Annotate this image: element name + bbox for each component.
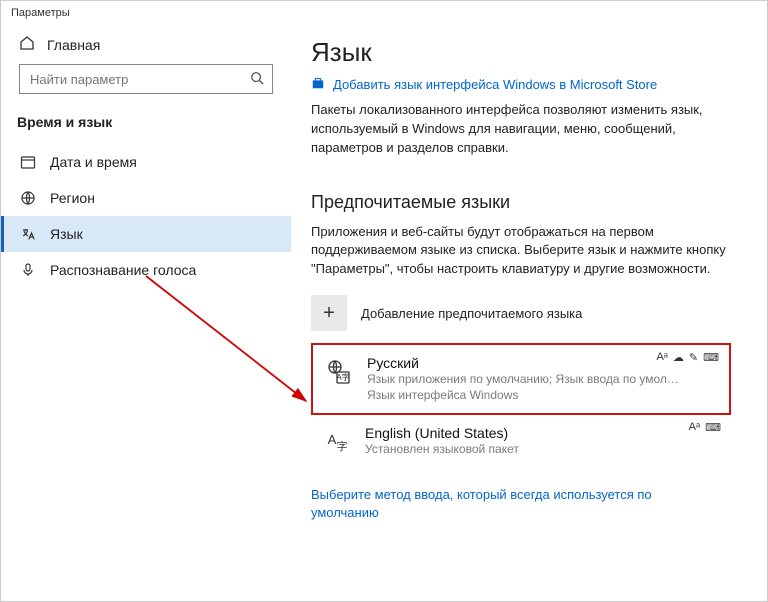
language-subtitle: Установлен языковой пакет <box>365 441 721 457</box>
language-subtitle-2: Язык интерфейса Windows <box>367 387 719 403</box>
store-link[interactable]: Добавить язык интерфейса Windows в Micro… <box>311 76 747 93</box>
language-item-english[interactable]: A 字 English (United States) Установлен я… <box>311 415 731 467</box>
language-item-russian[interactable]: A字 Русский Язык приложения по умолчанию;… <box>311 343 731 415</box>
language-subtitle: Язык приложения по умолчанию; Язык ввода… <box>367 371 719 387</box>
nav-label: Регион <box>50 190 95 206</box>
plus-icon: + <box>311 295 347 331</box>
content-layout: Главная Время и язык <box>1 21 767 599</box>
nav-label: Дата и время <box>50 154 137 170</box>
sidebar-home-label: Главная <box>47 37 100 53</box>
sidebar-item-date-time[interactable]: Дата и время <box>1 144 291 180</box>
store-icon <box>311 76 325 93</box>
sidebar-item-language[interactable]: Язык <box>1 216 291 252</box>
display-language-icon: Aᵃ <box>656 351 667 364</box>
page-heading: Язык <box>311 37 747 68</box>
language-name: English (United States) <box>365 425 721 441</box>
nav-label: Язык <box>50 226 83 242</box>
sidebar: Главная Время и язык <box>1 21 291 599</box>
search-box[interactable] <box>19 64 273 94</box>
text-to-speech-icon: ☁ <box>673 351 684 364</box>
sidebar-item-region[interactable]: Регион <box>1 180 291 216</box>
sidebar-home[interactable]: Главная <box>11 29 281 64</box>
add-language-button[interactable]: + Добавление предпочитаемого языка <box>311 295 747 331</box>
nav-label: Распознавание голоса <box>50 262 196 278</box>
language-feature-icons: Aᵃ ⌨ <box>689 421 721 434</box>
window-title: Параметры <box>1 1 767 21</box>
home-icon <box>19 35 35 54</box>
default-input-method-link[interactable]: Выберите метод ввода, который всегда исп… <box>311 486 721 522</box>
add-language-label: Добавление предпочитаемого языка <box>361 306 582 321</box>
sidebar-item-speech[interactable]: Распознавание голоса <box>1 252 291 288</box>
microphone-icon <box>20 262 36 278</box>
svg-text:字: 字 <box>337 439 348 453</box>
display-language-icon: Aᵃ <box>689 421 700 434</box>
search-icon <box>250 71 264 88</box>
calendar-clock-icon <box>20 154 36 170</box>
svg-text:A: A <box>328 432 337 447</box>
keyboard-icon: ⌨ <box>703 351 719 364</box>
store-link-label: Добавить язык интерфейса Windows в Micro… <box>333 77 657 92</box>
globe-icon <box>20 190 36 206</box>
preferred-languages-description: Приложения и веб-сайты будут отображатьс… <box>311 223 747 280</box>
settings-window: Параметры Главная <box>0 0 768 602</box>
sidebar-section-label: Время и язык <box>1 108 291 144</box>
search-input[interactable] <box>28 71 250 88</box>
svg-text:A字: A字 <box>336 372 349 382</box>
language-glyph-icon: A字 <box>323 357 353 387</box>
handwriting-icon: ✎ <box>689 351 698 364</box>
language-icon <box>20 226 36 242</box>
language-glyph-icon: A 字 <box>321 427 351 457</box>
keyboard-icon: ⌨ <box>705 421 721 434</box>
main-pane: Язык Добавить язык интерфейса Windows в … <box>291 21 767 599</box>
language-pack-description: Пакеты локализованного интерфейса позвол… <box>311 101 747 158</box>
preferred-languages-heading: Предпочитаемые языки <box>311 192 747 213</box>
language-feature-icons: Aᵃ ☁ ✎ ⌨ <box>656 351 719 364</box>
